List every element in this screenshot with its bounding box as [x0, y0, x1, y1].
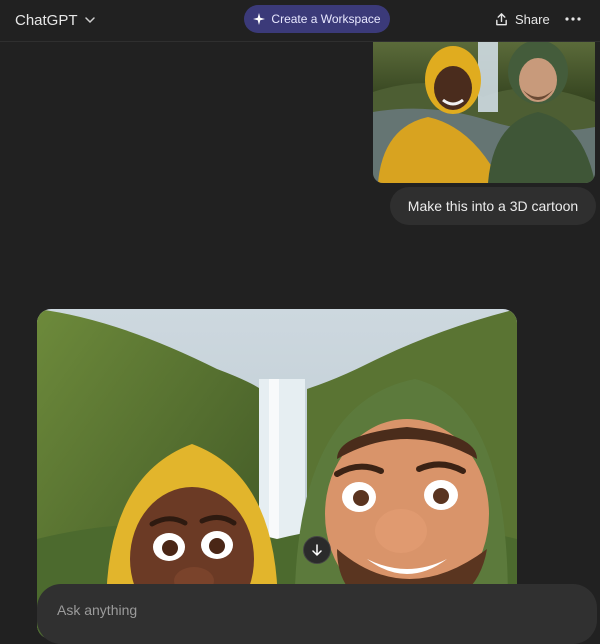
- arrow-down-icon: [312, 544, 322, 556]
- user-message-text: Make this into a 3D cartoon: [407, 198, 579, 214]
- create-workspace-button[interactable]: Create a Workspace: [244, 5, 390, 33]
- share-label: Share: [515, 11, 550, 27]
- model-name: ChatGPT: [15, 11, 78, 29]
- scroll-to-bottom-button[interactable]: [303, 536, 331, 564]
- message-input[interactable]: [55, 598, 539, 622]
- message-composer: [37, 584, 597, 644]
- user-message-bubble: Make this into a 3D cartoon: [390, 187, 596, 225]
- more-options-button[interactable]: [562, 9, 584, 29]
- sparkle-icon: [253, 13, 266, 25]
- model-selector[interactable]: ChatGPT: [15, 10, 96, 30]
- top-bar: ChatGPT Create a Workspace Share: [0, 0, 600, 42]
- user-uploaded-photo[interactable]: [373, 42, 595, 183]
- create-workspace-label: Create a Workspace: [271, 12, 381, 26]
- photo-illustration: [373, 42, 595, 183]
- share-icon: [496, 12, 507, 25]
- share-button[interactable]: Share: [494, 9, 550, 29]
- more-horizontal-icon: [565, 17, 581, 21]
- chevron-down-icon: [84, 17, 95, 24]
